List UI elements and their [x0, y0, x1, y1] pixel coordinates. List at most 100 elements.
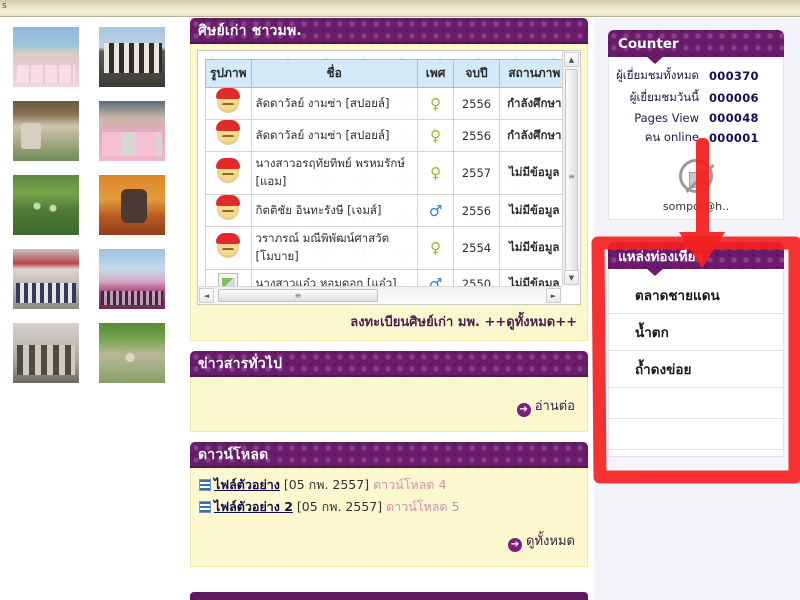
- alumni-name[interactable]: กิตติชัย อินทะรังษี [เจมส์]: [250, 194, 418, 227]
- alumni-name[interactable]: วราภรณ์ มณีพิพัฒน์ศาสวัต [โมบาย]: [250, 226, 418, 270]
- download-date: [05 กพ. 2557]: [283, 477, 370, 492]
- horizontal-scroll-thumb[interactable]: ≡: [218, 289, 378, 302]
- page-root: s ศิษย์เก่า ชาวมพ. รูปภาพ ชื่อ เพศ จบปี …: [0, 0, 800, 600]
- alumni-name[interactable]: นางสาวแอ๋ว หอมดอก [แอ๋ว]: [250, 269, 418, 286]
- alumni-year: 2556: [453, 87, 500, 120]
- next-panel-header-peek: [190, 592, 588, 600]
- avatar-face-icon: [216, 88, 241, 113]
- news-panel: ข่าวสารทั่วไป ➔ อ่านต่อ: [190, 351, 588, 432]
- gallery-photo-7[interactable]: [12, 248, 80, 310]
- download-panel-title: ดาวน์โหลด: [190, 442, 588, 468]
- counter-row: ผู้เยี่ยมชมทั้งหมด 000370: [609, 65, 783, 87]
- news-panel-body: ➔ อ่านต่อ: [190, 377, 588, 432]
- photo-row: [12, 322, 184, 384]
- download-list-item[interactable]: ไฟล์ตัวอย่าง 2 [05 กพ. 2557] ดาวน์โหลด 5: [197, 496, 581, 518]
- gallery-photo-3[interactable]: [12, 100, 80, 162]
- table-horizontal-scrollbar[interactable]: ◄ ≡ ►: [198, 286, 562, 304]
- arrow-right-icon: ➔: [508, 538, 523, 552]
- tourism-item-empty-2: [609, 419, 783, 450]
- alumni-year: 2556: [453, 194, 500, 227]
- scroll-right-button[interactable]: ►: [546, 288, 561, 303]
- gallery-photo-8[interactable]: [98, 248, 166, 310]
- download-file-name[interactable]: ไฟล์ตัวอย่าง: [214, 477, 280, 492]
- gallery-photo-6[interactable]: [98, 174, 166, 236]
- download-count: ดาวน์โหลด 4: [373, 477, 447, 492]
- table-row[interactable]: วราภรณ์ มณีพิพัฒน์ศาสวัต [โมบาย] ♀ 2554 …: [205, 226, 562, 270]
- status-badge: กำลังศึกษา: [498, 87, 562, 120]
- counter-avatar-block: sompot@h..: [609, 149, 783, 213]
- download-list-item[interactable]: ไฟล์ตัวอย่าง [05 กพ. 2557] ดาวน์โหลด 4: [197, 474, 581, 496]
- table-vertical-scrollbar[interactable]: ▲ ≡ ▼: [562, 51, 580, 286]
- tourism-item-cave[interactable]: ถ้ำดงข่อย: [609, 351, 783, 388]
- alumni-panel: ศิษย์เก่า ชาวมพ. รูปภาพ ชื่อ เพศ จบปี สถ…: [190, 18, 588, 341]
- avatar-face-icon: [216, 157, 241, 183]
- avatar-face-icon: [216, 120, 241, 145]
- counter-row: Pages View 000048: [609, 109, 783, 127]
- table-row[interactable]: ลัดดาวัลย์ งามซ่า [สปอยล์] ♀ 2556 กำลังศ…: [205, 119, 562, 152]
- alumni-name[interactable]: นางสาวอรฤทัยทิพย์ พรหมรักษ์ [แอม]: [250, 151, 418, 195]
- photo-row: [12, 248, 184, 310]
- counter-label: คน online: [644, 130, 699, 144]
- tourism-item-border-market[interactable]: ตลาดชายแดน: [609, 277, 783, 314]
- status-badge: ไม่มีข้อมูล: [498, 269, 562, 286]
- tourism-item-waterfall[interactable]: น้ำตก: [609, 314, 783, 351]
- download-view-all[interactable]: ➔ ดูทั้งหมด: [197, 518, 581, 560]
- tourism-panel: แหล่งท่องเที่ยว ตลาดชายแดน น้ำตก ถ้ำดงข่…: [608, 242, 784, 457]
- tourism-panel-body: ตลาดชายแดน น้ำตก ถ้ำดงข่อย: [608, 269, 784, 457]
- gallery-photo-5[interactable]: [12, 174, 80, 236]
- table-row[interactable]: นางสาวอรฤทัยทิพย์ พรหมรักษ์ [แอม] ♀ 2557…: [205, 151, 562, 195]
- counter-row: ผู้เยี่ยมชมวันนี้ 000006: [609, 87, 783, 109]
- table-row[interactable]: ลัดดาวัลย์ งามซ่า [สปอยล์] ♀ 2556 กำลังศ…: [205, 87, 562, 120]
- alumni-year: 2556: [453, 119, 500, 152]
- download-panel-body: ไฟล์ตัวอย่าง [05 กพ. 2557] ดาวน์โหลด 4 ไ…: [190, 468, 588, 567]
- female-icon: ♀: [430, 126, 442, 145]
- female-icon: ♀: [430, 94, 442, 113]
- counter-panel: Counter ผู้เยี่ยมชมทั้งหมด 000370 ผู้เยี…: [608, 30, 784, 220]
- alumni-year: 2550: [453, 269, 500, 286]
- col-header-photo: รูปภาพ: [205, 59, 252, 88]
- table-row[interactable]: กิตติชัย อินทะรังษี [เจมส์] ♂ 2556 ไม่มี…: [205, 194, 562, 227]
- download-date: [05 กพ. 2557]: [296, 499, 383, 514]
- status-badge: กำลังศึกษา: [498, 119, 562, 152]
- counter-avatar-caption: sompot@h..: [662, 200, 730, 213]
- vertical-scroll-thumb[interactable]: ≡: [565, 69, 578, 284]
- news-panel-title: ข่าวสารทั่วไป: [190, 351, 588, 377]
- scroll-left-button[interactable]: ◄: [199, 288, 214, 303]
- gallery-photo-1[interactable]: [12, 26, 80, 88]
- alumni-name[interactable]: ลัดดาวัลย์ งามซ่า [สปอยล์]: [250, 87, 418, 120]
- download-file-name[interactable]: ไฟล์ตัวอย่าง 2: [214, 499, 293, 514]
- tourism-panel-title: แหล่งท่องเที่ยว: [608, 242, 784, 276]
- alumni-name[interactable]: ลัดดาวัลย์ งามซ่า [สปอยล์]: [250, 119, 418, 152]
- alumni-table-scroll-area: รูปภาพ ชื่อ เพศ จบปี สถานภาพ ลัดดาวัลย์ …: [198, 51, 562, 286]
- arrow-right-icon: ➔: [516, 403, 531, 417]
- gallery-photo-2[interactable]: [98, 26, 166, 88]
- banner-text: s: [2, 1, 8, 11]
- counter-value: 000370: [709, 69, 759, 83]
- alumni-register-link[interactable]: ลงทะเบียนศิษย์เก่า มพ. ++ดูทั้งหมด++: [197, 305, 581, 334]
- right-sidebar: Counter ผู้เยี่ยมชมทั้งหมด 000370 ผู้เยี…: [594, 18, 800, 600]
- gallery-photo-4[interactable]: [98, 100, 166, 162]
- col-header-sex: เพศ: [416, 59, 455, 88]
- tourism-item-empty-1: [609, 388, 783, 419]
- photo-row: [12, 100, 184, 162]
- alumni-table: รูปภาพ ชื่อ เพศ จบปี สถานภาพ ลัดดาวัลย์ …: [205, 59, 562, 286]
- file-icon: [199, 501, 211, 513]
- female-icon: ♀: [430, 239, 442, 257]
- scroll-up-button[interactable]: ▲: [564, 52, 579, 67]
- scroll-down-button[interactable]: ▼: [564, 270, 579, 285]
- gallery-photo-9[interactable]: [12, 322, 80, 384]
- file-icon: [199, 479, 211, 491]
- broken-image-icon: [679, 159, 713, 193]
- table-row[interactable]: นางสาวแอ๋ว หอมดอก [แอ๋ว] ♂ 2550 ไม่มีข้อ…: [205, 269, 562, 286]
- status-badge: ไม่มีข้อมูล: [498, 226, 562, 270]
- male-icon: ♂: [428, 201, 443, 220]
- download-count: ดาวน์โหลด 5: [386, 499, 460, 514]
- avatar-face-icon: [216, 195, 241, 220]
- gallery-photo-10[interactable]: [98, 322, 166, 384]
- col-header-status: สถานภาพ: [498, 59, 562, 88]
- download-view-all-label: ดูทั้งหมด: [526, 534, 575, 549]
- col-header-name: ชื่อ: [250, 59, 418, 88]
- photo-row: [12, 26, 184, 88]
- news-read-more[interactable]: ➔ อ่านต่อ: [197, 383, 581, 425]
- counter-row: คน online 000001: [609, 127, 783, 149]
